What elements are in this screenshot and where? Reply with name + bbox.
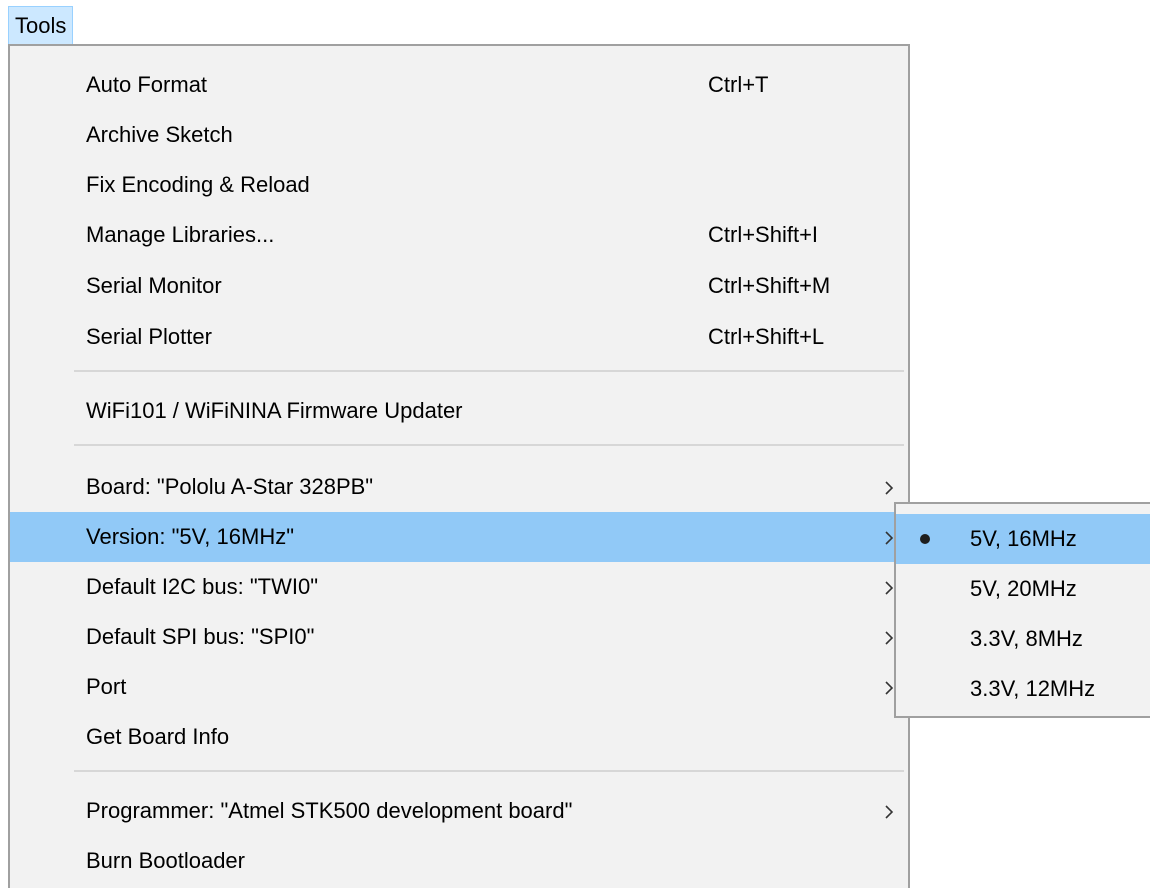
menu-item-serial-plotter[interactable]: Serial Plotter Ctrl+Shift+L [10,312,908,362]
submenu-item-label: 5V, 16MHz [970,526,1077,551]
submenu-item-3v3-12mhz[interactable]: 3.3V, 12MHz [896,664,1150,714]
menu-item-label: Auto Format [86,72,208,97]
shortcut-label: Ctrl+Shift+L [708,324,825,349]
menu-item-label: Manage Libraries... [86,222,275,247]
menu-item-version[interactable]: Version: "5V, 16MHz" [10,512,908,562]
menu-item-label: Serial Plotter [86,324,212,349]
bullet-icon [920,534,930,544]
menu-item-label: Version: "5V, 16MHz" [86,524,295,549]
menu-item-archive-sketch[interactable]: Archive Sketch [10,110,908,160]
menu-item-label: Board: "Pololu A-Star 328PB" [86,474,374,499]
menu-separator [74,444,904,446]
menu-separator [74,770,904,772]
menu-item-label: Burn Bootloader [86,848,245,873]
version-submenu: 5V, 16MHz 5V, 20MHz 3.3V, 8MHz 3.3V, 12M… [894,502,1150,718]
menu-item-programmer[interactable]: Programmer: "Atmel STK500 development bo… [10,786,908,836]
menu-item-label: Serial Monitor [86,273,222,298]
menu-item-fix-encoding[interactable]: Fix Encoding & Reload [10,160,908,210]
menu-item-label: Get Board Info [86,724,230,749]
menu-item-board[interactable]: Board: "Pololu A-Star 328PB" [10,462,908,512]
menu-item-serial-monitor[interactable]: Serial Monitor Ctrl+Shift+M [10,261,908,311]
menu-tools[interactable]: Tools [8,6,74,46]
shortcut-label: Ctrl+Shift+I [708,222,819,247]
menu-item-label: Fix Encoding & Reload [86,172,310,197]
menu-item-get-board-info[interactable]: Get Board Info [10,712,908,762]
menu-item-label: Default SPI bus: "SPI0" [86,624,315,649]
menu-item-i2c-bus[interactable]: Default I2C bus: "TWI0" [10,562,908,612]
menu-item-label: Programmer: "Atmel STK500 development bo… [86,798,573,823]
menu-item-spi-bus[interactable]: Default SPI bus: "SPI0" [10,612,908,662]
shortcut-label: Ctrl+T [708,72,769,97]
menu-item-auto-format[interactable]: Auto Format Ctrl+T [10,60,908,110]
menu-item-label: Default I2C bus: "TWI0" [86,574,319,599]
submenu-item-3v3-8mhz[interactable]: 3.3V, 8MHz [896,614,1150,664]
submenu-item-5v-16mhz[interactable]: 5V, 16MHz [896,514,1150,564]
chevron-right-icon [882,786,898,836]
submenu-item-5v-20mhz[interactable]: 5V, 20MHz [896,564,1150,614]
menu-item-burn-bootloader[interactable]: Burn Bootloader [10,836,908,886]
submenu-item-label: 3.3V, 8MHz [970,626,1083,651]
submenu-item-label: 5V, 20MHz [970,576,1077,601]
submenu-item-label: 3.3V, 12MHz [970,676,1096,701]
menu-item-port[interactable]: Port [10,662,908,712]
menu-separator [74,370,904,372]
menu-item-label: WiFi101 / WiFiNINA Firmware Updater [86,398,463,423]
menu-item-label: Port [86,674,127,699]
menu-item-manage-libraries[interactable]: Manage Libraries... Ctrl+Shift+I [10,210,908,260]
menu-item-label: Archive Sketch [86,122,233,147]
menu-item-firmware-updater[interactable]: WiFi101 / WiFiNINA Firmware Updater [10,386,908,436]
tools-menu: Auto Format Ctrl+T Archive Sketch Fix En… [8,44,910,888]
shortcut-label: Ctrl+Shift+M [708,273,831,298]
app-window: Tools Auto Format Ctrl+T Archive Sketch … [0,0,1150,888]
